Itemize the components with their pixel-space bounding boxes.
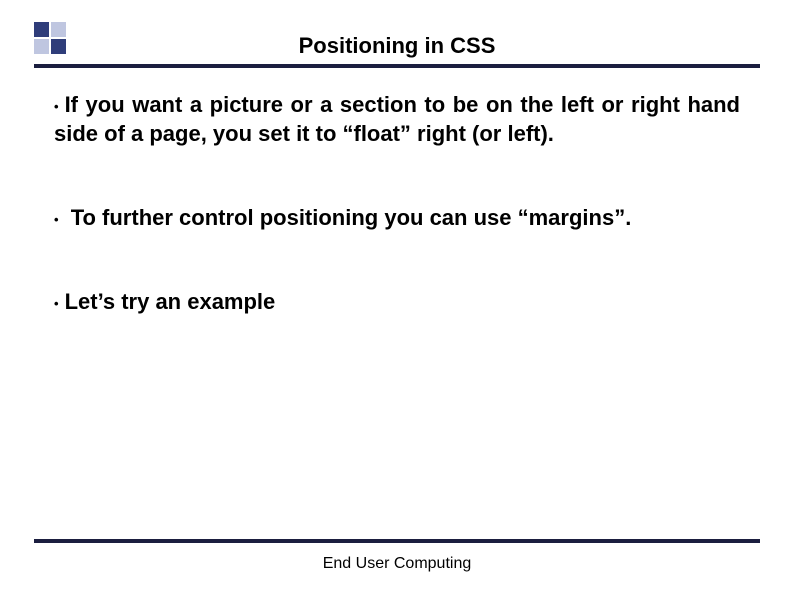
footer-text: End User Computing <box>0 555 794 573</box>
bullet-icon: • <box>54 296 59 311</box>
content-area: •If you want a picture or a section to b… <box>54 90 740 371</box>
bullet-text: If you want a picture or a section to be… <box>54 92 740 146</box>
bullet-item: • Let’s try an example <box>54 287 740 316</box>
bullet-icon: • <box>54 99 59 114</box>
bullet-item: •If you want a picture or a section to b… <box>54 90 740 148</box>
title-divider <box>34 64 760 68</box>
bullet-icon: • <box>54 212 59 227</box>
bullet-text: To further control positioning you can u… <box>71 205 632 230</box>
bullet-item: • To further control positioning you can… <box>54 203 740 232</box>
bullet-text: Let’s try an example <box>65 289 276 314</box>
footer-divider <box>34 539 760 543</box>
slide: Positioning in CSS •If you want a pictur… <box>0 0 794 595</box>
slide-title: Positioning in CSS <box>0 33 794 59</box>
